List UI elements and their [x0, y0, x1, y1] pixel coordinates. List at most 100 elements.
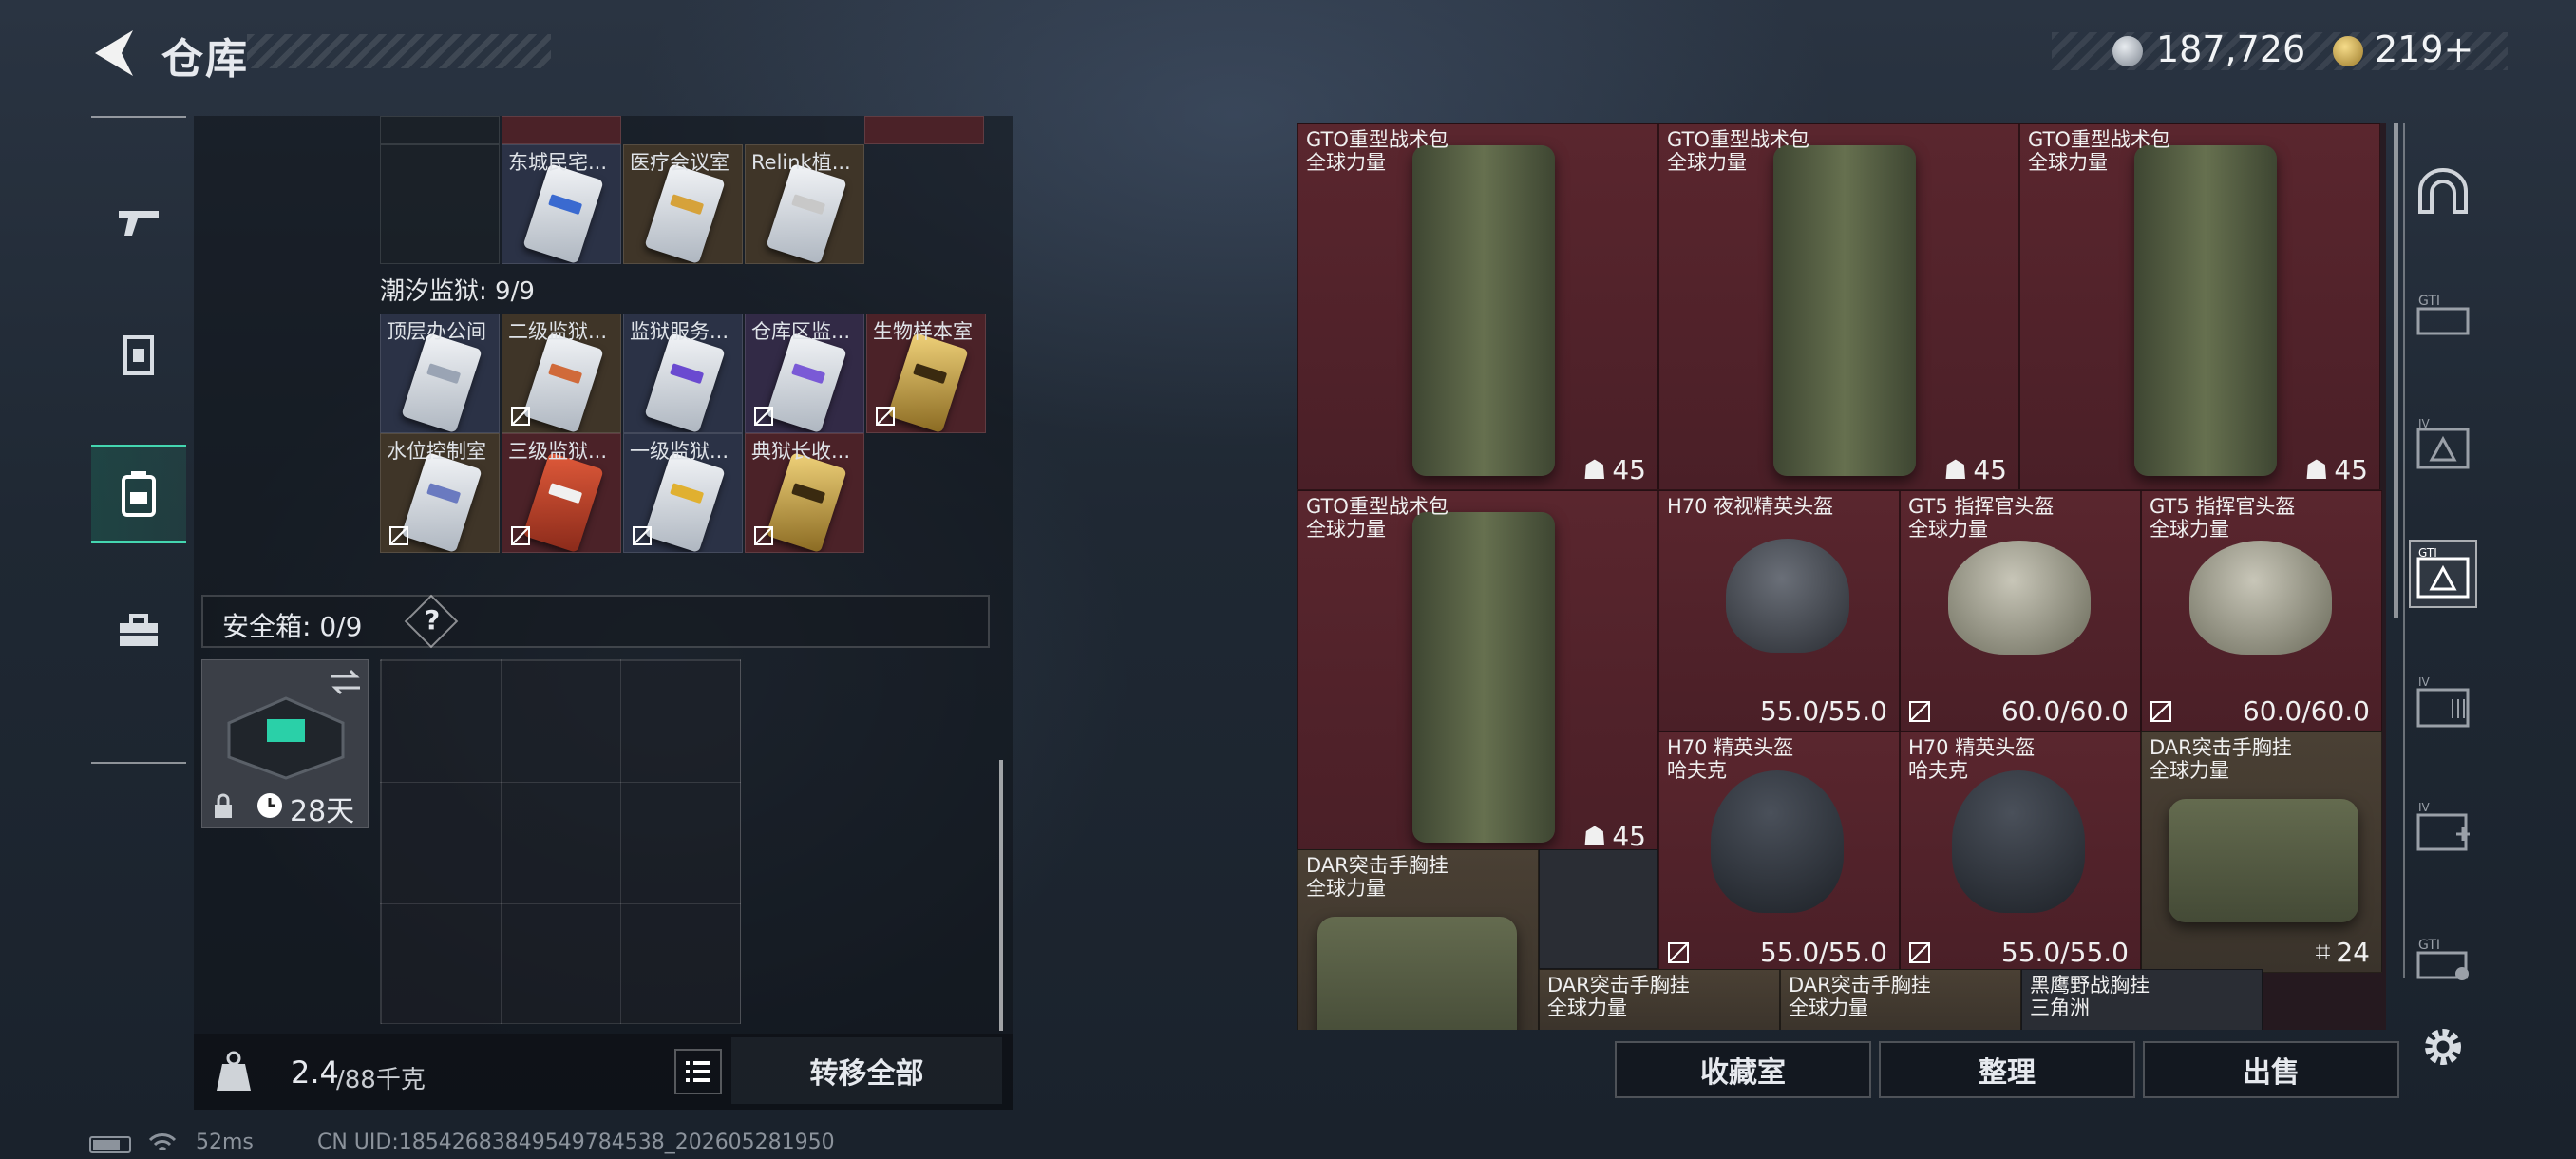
sort-button[interactable]: 整理	[1879, 1041, 2135, 1098]
page-title: 仓库	[161, 35, 249, 84]
keycard-slot[interactable]: 生物样本室	[866, 314, 986, 433]
item-backpack[interactable]: GTO重型战术包 全球力量 ☗ 45	[1297, 124, 1658, 490]
tab-stash-2[interactable]: GTI	[2409, 281, 2477, 350]
help-icon[interactable]: ?	[425, 604, 440, 636]
item-chest-rig[interactable]: DAR突击手胸挂 全球力量	[1539, 969, 1780, 1030]
tab-stash-4[interactable]: GTI	[2409, 540, 2477, 608]
helmet-image	[1726, 539, 1849, 653]
item-helmet[interactable]: H70 精英头盔 哈夫克 55.0/55.0	[1900, 732, 2141, 973]
no-insure-icon	[2150, 701, 2171, 722]
sell-button[interactable]: 出售	[2143, 1041, 2399, 1098]
empty-slot[interactable]	[380, 144, 500, 264]
item-name: H70 精英头盔 哈夫克	[1667, 736, 1794, 782]
safe-box-grid[interactable]	[380, 659, 741, 1024]
svg-text:IV: IV	[2418, 676, 2431, 689]
armor-icon	[123, 335, 154, 375]
safe-case-icon	[227, 696, 345, 780]
slot-label: Relink植...	[751, 151, 851, 174]
keycard-icon	[522, 451, 604, 552]
tab-stash-6[interactable]: IV	[2409, 794, 2477, 863]
keycard-icon	[522, 332, 604, 432]
keycard-slot[interactable]: 一级监狱...	[623, 433, 743, 553]
keycard-slot[interactable]: 三级监狱...	[502, 433, 621, 553]
keycard-gold-icon	[887, 332, 969, 432]
nav-toolbox[interactable]	[91, 583, 186, 678]
backpack-image	[2134, 145, 2277, 476]
slots-icon: ☗	[1943, 454, 1968, 485]
safe-box-container[interactable]: 28天	[201, 659, 369, 828]
tab-stash-3[interactable]: IV	[2409, 410, 2477, 479]
keycard-slot[interactable]: 东城民宅...	[502, 144, 621, 264]
item-name: GTO重型战术包 全球力量	[1667, 128, 1809, 174]
empty-slot[interactable]	[1539, 849, 1658, 969]
list-icon[interactable]	[674, 1049, 722, 1094]
slot-label: 典狱长收...	[751, 440, 851, 463]
item-name: GTO重型战术包 全球力量	[2028, 128, 2170, 174]
item-backpack[interactable]: GTO重型战术包 全球力量 ☗ 45	[1297, 490, 1658, 857]
keycard-icon	[401, 332, 483, 432]
tab-stash-7[interactable]: GTI	[2409, 925, 2477, 994]
slot-partial[interactable]	[502, 116, 621, 144]
slots-icon: ☗	[1582, 454, 1607, 485]
weapon-crate-icon: GTI	[2416, 294, 2470, 335]
slot-partial[interactable]	[864, 116, 984, 144]
nav-backpack[interactable]	[91, 445, 186, 543]
keycard-slot[interactable]: 二级监狱...	[502, 314, 621, 433]
keycard-slot[interactable]: 典狱长收...	[745, 433, 864, 553]
slot-label: 医疗会议室	[630, 151, 729, 174]
nav-weapons[interactable]	[91, 175, 186, 270]
gear-icon	[2425, 1029, 2461, 1065]
transfer-all-button[interactable]: 转移全部	[731, 1037, 1002, 1104]
item-chest-rig[interactable]: 黑鹰野战胸挂 三角洲	[2021, 969, 2263, 1030]
keycard-icon	[401, 451, 483, 552]
triangle-crate-icon: IV	[2416, 418, 2470, 469]
keycard-slot[interactable]: 水位控制室	[380, 433, 500, 553]
back-arrow-icon[interactable]	[85, 25, 139, 82]
safe-box-header: 安全箱: 0/9 ?	[201, 594, 990, 649]
collection-room-button[interactable]: 收藏室	[1615, 1041, 1871, 1098]
settings-button[interactable]	[2409, 1013, 2477, 1081]
keycard-slot[interactable]: 仓库区监...	[745, 314, 864, 433]
item-chest-rig[interactable]: DAR突击手胸挂 全球力量 ⌗ 24	[2141, 732, 2382, 973]
item-helmet[interactable]: GT5 指挥官头盔 全球力量 60.0/60.0	[1900, 490, 2141, 732]
wifi-icon	[148, 1133, 177, 1151]
silver-coin-icon	[2112, 36, 2143, 66]
slot-label: 一级监狱...	[630, 440, 729, 463]
keycard-slot[interactable]: 顶层办公间	[380, 314, 500, 433]
no-insure-icon	[1668, 942, 1689, 963]
keycard-slot[interactable]: Relink植...	[745, 144, 864, 264]
item-chest-rig[interactable]: DAR突击手胸挂 全球力量	[1297, 849, 1539, 1030]
nav-armor[interactable]	[91, 308, 186, 403]
slot-partial[interactable]	[380, 116, 500, 144]
item-name: GTO重型战术包 全球力量	[1306, 128, 1449, 174]
item-durability: 60.0/60.0	[2000, 695, 2129, 727]
slot-label: 水位控制室	[387, 440, 486, 463]
lock-icon	[215, 793, 232, 818]
top-bar: 仓库 187,726 219+	[0, 0, 2576, 106]
item-backpack[interactable]: GTO重型战术包 全球力量 ☗ 45	[1658, 124, 2019, 490]
item-backpack[interactable]: GTO重型战术包 全球力量 ☗ 45	[2019, 124, 2380, 490]
svg-text:IV: IV	[2418, 802, 2431, 814]
item-name: DAR突击手胸挂 全球力量	[1547, 974, 1690, 1019]
tab-stash-5[interactable]: IV	[2409, 669, 2477, 737]
item-helmet[interactable]: GT5 指挥官头盔 全球力量 60.0/60.0	[2141, 490, 2382, 732]
keycard-slot[interactable]: 监狱服务...	[623, 314, 743, 433]
item-chest-rig[interactable]: DAR突击手胸挂 全球力量	[1780, 969, 2021, 1030]
backpack-icon	[122, 471, 156, 517]
slot-label: 二级监狱...	[508, 320, 608, 343]
slot-label: 监狱服务...	[630, 320, 729, 343]
currency-gold-value[interactable]: 219+	[2375, 28, 2473, 70]
item-durability: 55.0/55.0	[2000, 937, 2129, 968]
item-helmet[interactable]: H70 精英头盔 哈夫克 55.0/55.0	[1658, 732, 1900, 973]
swap-icon[interactable]	[330, 668, 362, 696]
stash-scrollbar[interactable]	[2394, 124, 2398, 618]
gun-icon	[119, 211, 159, 236]
folder-crate-icon: IV	[2416, 676, 2470, 728]
title-decoration	[247, 34, 551, 68]
chest-rig-image	[1317, 917, 1517, 1030]
safe-timer: 28天	[290, 795, 355, 828]
item-helmet[interactable]: H70 夜视精英头盔 55.0/55.0	[1658, 490, 1900, 732]
scrollbar[interactable]	[999, 760, 1003, 1031]
tab-all[interactable]	[2409, 158, 2477, 226]
keycard-slot[interactable]: 医疗会议室	[623, 144, 743, 264]
